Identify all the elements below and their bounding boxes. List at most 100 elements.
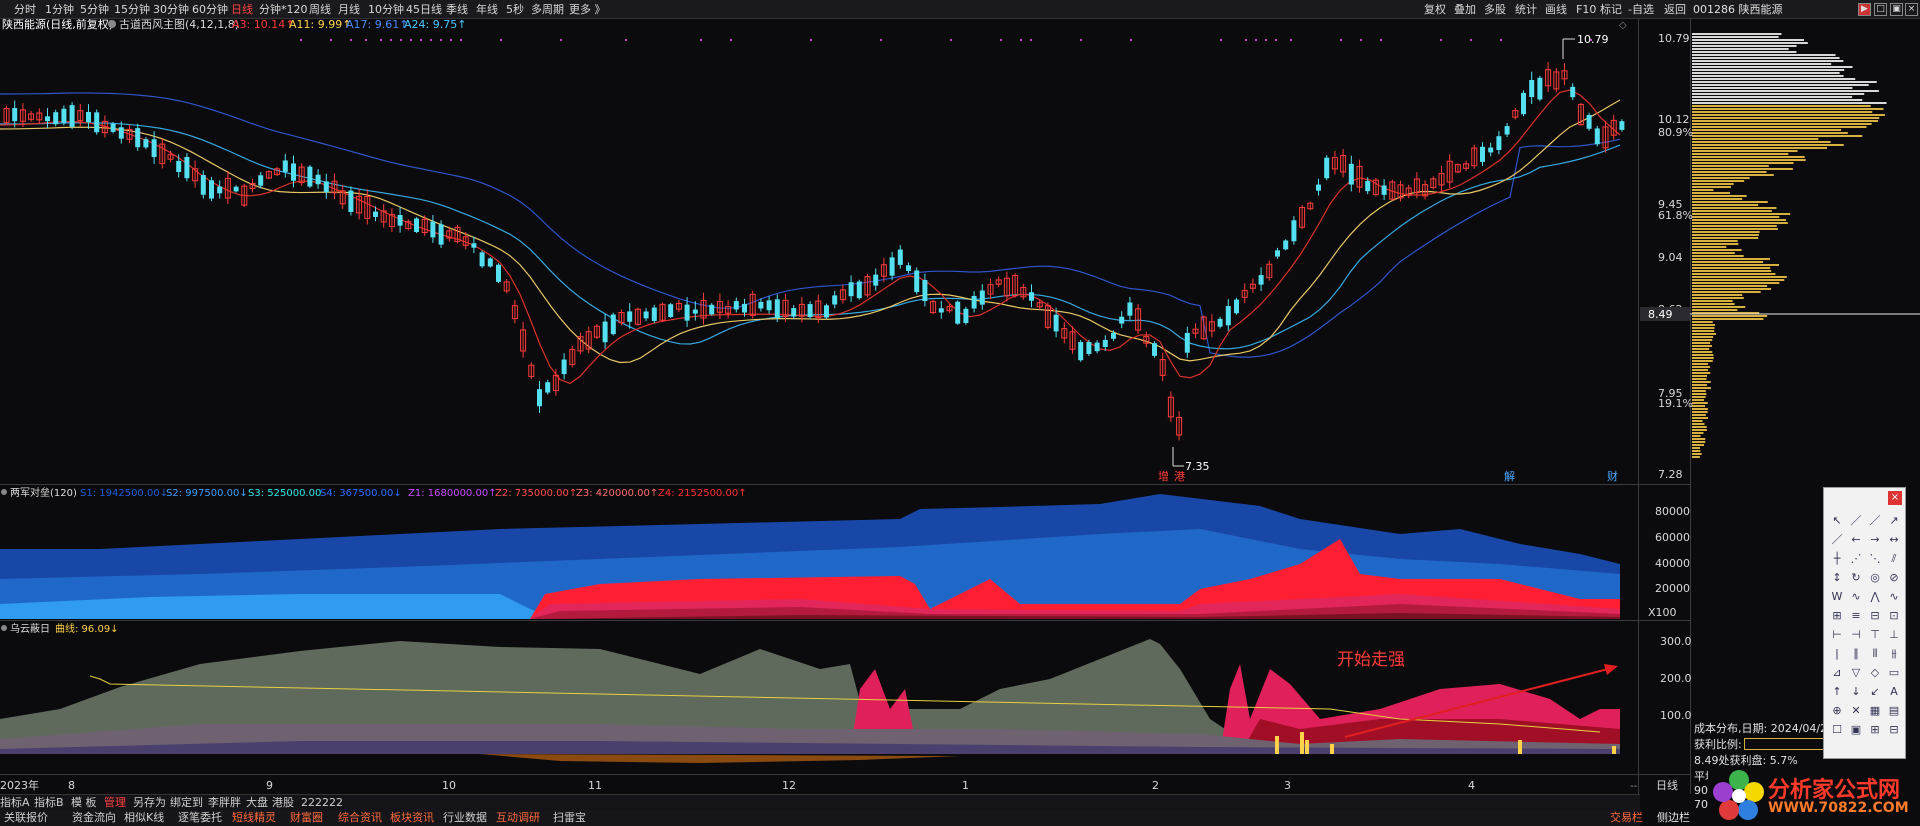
draw-tool-icon[interactable]: ⋀ — [1868, 590, 1882, 604]
draw-tool-icon[interactable]: ↓ — [1849, 685, 1863, 699]
period-multi[interactable]: 多周期 — [531, 0, 564, 19]
draw-tool-icon[interactable]: ⊕ — [1830, 704, 1844, 718]
bottom-tab-elf[interactable]: 短线精灵 — [232, 810, 276, 826]
flag-icon[interactable]: ▶ — [1858, 3, 1871, 16]
draw-tool-icon[interactable]: ⊟ — [1868, 609, 1882, 623]
draw-tool-icon[interactable]: ✕ — [1849, 704, 1863, 718]
draw-tool-icon[interactable]: W — [1830, 590, 1844, 604]
bottom-tab-scan[interactable]: 扫雷宝 — [553, 810, 586, 826]
btn-diejia[interactable]: 叠加 — [1454, 0, 1476, 19]
period-month[interactable]: 月线 — [338, 0, 360, 19]
draw-tool-icon[interactable]: ⋱ — [1868, 552, 1882, 566]
draw-tool-icon[interactable]: ▽ — [1849, 666, 1863, 680]
draw-tool-icon[interactable]: ⊤ — [1868, 628, 1882, 642]
tab-template[interactable]: 模 板 — [71, 795, 97, 811]
bottom-tab-tick[interactable]: 逐笔委托 — [178, 810, 222, 826]
bottom-tab-sector[interactable]: 板块资讯 — [390, 810, 434, 826]
period-30min[interactable]: 30分钟 — [153, 0, 189, 19]
bottom-tab-industry[interactable]: 行业数据 — [443, 810, 487, 826]
close-icon[interactable]: × — [1888, 491, 1902, 505]
draw-tool-icon[interactable]: ← — [1849, 533, 1863, 547]
draw-tool-icon[interactable]: ⊥ — [1887, 628, 1901, 642]
period-45day[interactable]: 45日线 — [406, 0, 442, 19]
maximize-icon[interactable]: ▣ — [1890, 3, 1903, 16]
btn-fuquan[interactable]: 复权 — [1424, 0, 1446, 19]
tab-222222[interactable]: 222222 — [301, 795, 343, 811]
bottom-tab-research[interactable]: 互动调研 — [496, 810, 540, 826]
draw-tool-icon[interactable]: ↑ — [1830, 685, 1844, 699]
draw-tool-icon[interactable]: ▤ — [1887, 704, 1901, 718]
draw-tool-icon[interactable]: ↗ — [1887, 514, 1901, 528]
btn-f10[interactable]: F10 — [1576, 0, 1596, 19]
draw-tool-icon[interactable]: ⊢ — [1830, 628, 1844, 642]
draw-tool-icon[interactable]: ／ — [1849, 514, 1863, 528]
tab-indicator-b[interactable]: 指标B — [34, 795, 64, 811]
tab-indicator-a[interactable]: 指标A — [0, 795, 30, 811]
draw-tool-icon[interactable]: ┼ — [1830, 552, 1844, 566]
period-year[interactable]: 年线 — [476, 0, 498, 19]
draw-tool-icon[interactable]: ◎ — [1868, 571, 1882, 585]
period-1min[interactable]: 1分钟 — [45, 0, 74, 19]
draw-tool-icon[interactable]: ／ — [1868, 514, 1882, 528]
draw-tool-icon[interactable]: ≡ — [1849, 609, 1863, 623]
draw-tool-icon[interactable]: ⋰ — [1849, 552, 1863, 566]
btn-duogu[interactable]: 多股 — [1484, 0, 1506, 19]
settings-icon[interactable] — [108, 20, 116, 28]
period-week[interactable]: 周线 — [309, 0, 331, 19]
draw-tool-icon[interactable]: ∿ — [1887, 590, 1901, 604]
expand-icon[interactable]: ◇ — [1619, 20, 1627, 31]
draw-tool-icon[interactable]: A — [1887, 685, 1901, 699]
btn-tongji[interactable]: 统计 — [1515, 0, 1537, 19]
period-5min[interactable]: 5分钟 — [80, 0, 109, 19]
panel2-settings-icon[interactable] — [1, 489, 7, 495]
period-15min[interactable]: 15分钟 — [114, 0, 150, 19]
period-min120[interactable]: 分钟*120 — [259, 0, 308, 19]
period-more[interactable]: 更多 》 — [569, 0, 606, 19]
tab-hk[interactable]: 港股 — [272, 795, 294, 811]
x-scroll-icon[interactable]: -- — [1630, 781, 1638, 792]
draw-tool-icon[interactable]: | — [1830, 647, 1844, 661]
draw-tool-icon[interactable]: ⊣ — [1849, 628, 1863, 642]
draw-tool-icon[interactable]: ⊘ — [1887, 571, 1901, 585]
period-season[interactable]: 季线 — [446, 0, 468, 19]
draw-tool-icon[interactable]: ↔ — [1887, 533, 1901, 547]
tab-save-as[interactable]: 另存为 — [133, 795, 166, 811]
tab-bind-to[interactable]: 绑定到 — [170, 795, 203, 811]
btn-fanhui[interactable]: 返回 — [1664, 0, 1686, 19]
bottom-sidebar[interactable]: 侧边栏 — [1657, 810, 1690, 826]
draw-tool-icon[interactable]: ↕ — [1830, 571, 1844, 585]
bottom-tab-fund[interactable]: 资金流向 — [72, 810, 116, 826]
draw-tool-icon[interactable]: ∥ — [1849, 647, 1863, 661]
draw-tool-icon[interactable]: ⊟ — [1887, 723, 1901, 737]
tab-manage[interactable]: 管理 — [104, 795, 126, 811]
bottom-tab-similar[interactable]: 相似K线 — [124, 810, 164, 826]
btn-huaxian[interactable]: 画线 — [1545, 0, 1567, 19]
draw-tool-icon[interactable]: ↻ — [1849, 571, 1863, 585]
draw-tool-icon[interactable]: ⊞ — [1868, 723, 1882, 737]
draw-tool-icon[interactable]: ↙ — [1868, 685, 1882, 699]
panel3-settings-icon[interactable] — [1, 625, 7, 631]
draw-tool-icon[interactable]: ⊞ — [1830, 609, 1844, 623]
bottom-tab-quote[interactable]: 关联报价 — [4, 810, 48, 826]
period-fenshi[interactable]: 分时 — [14, 0, 36, 19]
draw-tool-icon[interactable]: ／ — [1830, 533, 1844, 547]
draw-tool-icon[interactable]: ⫵ — [1887, 647, 1901, 661]
tab-index[interactable]: 大盘 — [246, 795, 268, 811]
draw-tool-icon[interactable]: ▣ — [1849, 723, 1863, 737]
btn-biaoji[interactable]: 标记 — [1600, 0, 1622, 19]
tab-user[interactable]: 李胖胖 — [208, 795, 241, 811]
period-60min[interactable]: 60分钟 — [192, 0, 228, 19]
chart-area[interactable]: 陕西能源(日线,前复权) 古道西风主图(4,12,1,8) A3: 10.14↑… — [0, 19, 1920, 795]
draw-tool-icon[interactable]: → — [1868, 533, 1882, 547]
period-day[interactable]: 日线 — [231, 0, 253, 19]
draw-tool-icon[interactable]: ⫽ — [1887, 552, 1901, 566]
bottom-trade-bar[interactable]: 交易栏 — [1610, 810, 1643, 826]
period-5sec[interactable]: 5秒 — [506, 0, 524, 19]
close-icon[interactable]: × — [1905, 3, 1918, 16]
draw-tool-icon[interactable]: ∿ — [1849, 590, 1863, 604]
period-10min[interactable]: 10分钟 — [368, 0, 404, 19]
btn-zixuan[interactable]: -自选 — [1628, 0, 1654, 19]
bottom-tab-wealth[interactable]: 财富圈 — [290, 810, 323, 826]
restore-icon[interactable]: □ — [1874, 3, 1887, 16]
bottom-tab-news[interactable]: 综合资讯 — [338, 810, 382, 826]
